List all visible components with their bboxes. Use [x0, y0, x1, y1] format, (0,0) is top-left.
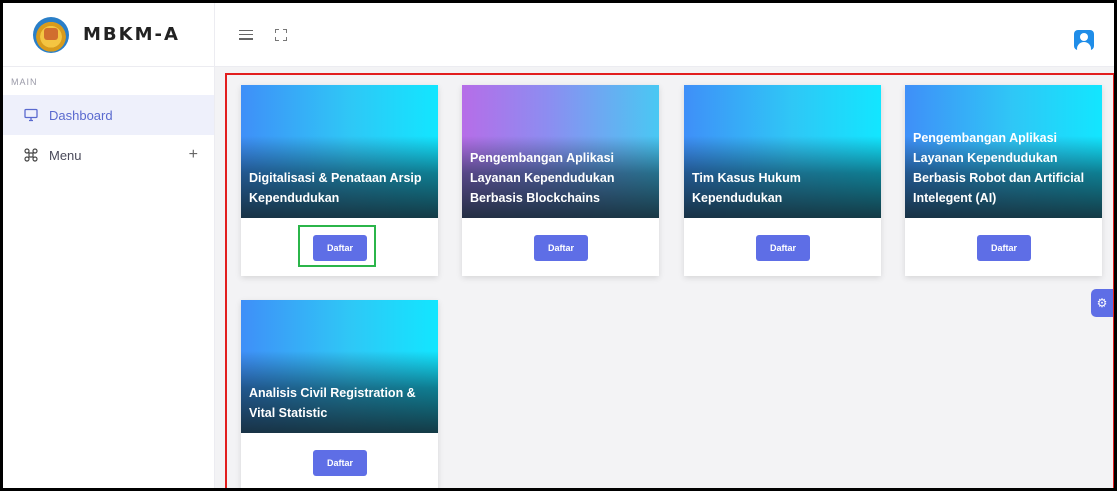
card-banner: Pengembangan Aplikasi Layanan Kependuduk…	[905, 85, 1102, 218]
card-banner: Analisis Civil Registration & Vital Stat…	[241, 300, 438, 433]
daftar-button[interactable]: Daftar	[534, 235, 588, 261]
daftar-button[interactable]: Daftar	[313, 450, 367, 476]
sidebar-item-label: Menu	[49, 147, 82, 163]
settings-gear-icon[interactable]: ⚙	[1091, 289, 1113, 317]
program-card: Analisis Civil Registration & Vital Stat…	[241, 300, 438, 488]
card-title: Pengembangan Aplikasi Layanan Kependuduk…	[913, 131, 1085, 205]
hamburger-icon[interactable]	[239, 29, 253, 40]
program-card: Tim Kasus Hukum Kependudukan Daftar	[684, 85, 881, 276]
app-window: MBKM-A MAIN Dashboard Menu + Digitalisas…	[0, 0, 1117, 491]
daftar-button[interactable]: Daftar	[977, 235, 1031, 261]
card-banner: Digitalisasi & Penataan Arsip Kependuduk…	[241, 85, 438, 218]
monitor-icon	[23, 107, 39, 123]
command-icon	[23, 147, 39, 163]
expand-plus-icon[interactable]: +	[189, 146, 198, 164]
brand[interactable]: MBKM-A	[3, 3, 214, 67]
program-card-grid: Digitalisasi & Penataan Arsip Kependuduk…	[225, 73, 1114, 488]
user-avatar-icon[interactable]	[1074, 30, 1094, 50]
daftar-button[interactable]: Daftar	[756, 235, 810, 261]
brand-name: MBKM-A	[83, 24, 180, 45]
daftar-button[interactable]: Daftar	[313, 235, 367, 261]
section-label: MAIN	[11, 77, 38, 87]
card-banner: Pengembangan Aplikasi Layanan Kependuduk…	[462, 85, 659, 218]
card-title: Digitalisasi & Penataan Arsip Kependuduk…	[249, 171, 422, 205]
fullscreen-icon[interactable]	[275, 28, 287, 41]
sidebar-item-menu[interactable]: Menu +	[3, 135, 214, 175]
card-title: Tim Kasus Hukum Kependudukan	[692, 171, 801, 205]
sidebar: MBKM-A MAIN Dashboard Menu +	[3, 3, 215, 488]
logo-emblem-icon	[33, 16, 69, 53]
program-card: Pengembangan Aplikasi Layanan Kependuduk…	[905, 85, 1102, 276]
topbar	[215, 3, 1114, 67]
card-title: Analisis Civil Registration & Vital Stat…	[249, 386, 416, 420]
program-card: Pengembangan Aplikasi Layanan Kependuduk…	[462, 85, 659, 276]
sidebar-item-label: Dashboard	[49, 107, 113, 123]
card-banner: Tim Kasus Hukum Kependudukan	[684, 85, 881, 218]
program-card: Digitalisasi & Penataan Arsip Kependuduk…	[241, 85, 438, 276]
sidebar-item-dashboard[interactable]: Dashboard	[3, 95, 214, 135]
card-title: Pengembangan Aplikasi Layanan Kependuduk…	[470, 151, 615, 205]
